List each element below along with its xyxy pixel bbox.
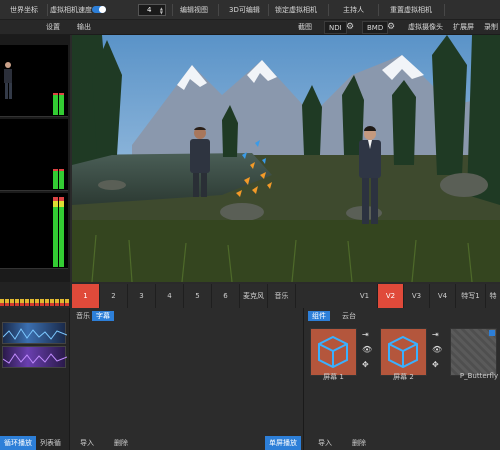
screen-card-1[interactable] [310,328,357,376]
host-preview[interactable] [0,45,68,117]
output-button[interactable]: 输出 [73,21,95,34]
waveform-icon [2,328,68,340]
eye-icon[interactable]: 👁 [432,345,442,354]
scene-tab-5[interactable]: 5 [184,284,212,308]
secondary-toolbar: 设置 输出 截图 NDI ⚙ BMD ⚙ 虚拟摄像头 扩展屏 录制 [0,20,500,35]
move-icon[interactable]: ✥ [432,360,439,369]
music-tab[interactable]: 音乐 [268,284,296,308]
tab-component[interactable]: 组件 [308,311,330,321]
audio-meter [59,197,64,267]
world-coords-button[interactable]: 世界坐标 [10,3,38,17]
screen-card-1-label: 屏幕 1 [323,373,344,381]
reset-camera-button[interactable]: 重置虚拟相机 [390,3,432,17]
monitor-preview[interactable] [0,193,68,269]
divider [172,4,173,16]
screen-card-2-label: 屏幕 2 [393,373,414,381]
scene-tab-strip: 1 2 3 4 5 6 麦克风 音乐 V1 V2 V3 V4 特写1 特 [72,284,500,308]
extended-screen-button[interactable]: 扩展屏 [449,21,478,34]
divider [47,4,48,16]
camera-speed-value: 4 [147,6,152,14]
level-meter-bar [0,303,70,306]
loop-play-button[interactable]: 循环播放 [0,436,36,450]
virtual-scene-image [72,35,500,282]
edit-view-button[interactable]: 编辑视图 [180,3,208,17]
tab-ptz[interactable]: 云台 [338,311,360,321]
clip-thumbnail[interactable] [2,322,68,344]
screen-card-2[interactable] [380,328,427,376]
audio-meter [53,93,58,115]
scene-tab-1[interactable]: 1 [72,284,100,308]
audio-meter [53,197,58,267]
divider [378,4,379,16]
import-button[interactable]: 导入 [314,436,336,450]
view-tab-v1[interactable]: V1 [352,284,378,308]
tab-subtitle[interactable]: 字幕 [92,311,114,321]
view-tab-v4[interactable]: V4 [430,284,456,308]
camera-speed-stepper[interactable]: 4 ▲ ▼ [138,4,166,16]
virtual-camera-button[interactable]: 虚拟摄像头 [404,21,447,34]
bmd-button[interactable]: BMD [362,21,389,34]
divider [444,4,445,16]
settings-button[interactable]: 设置 [42,21,64,34]
recording-button[interactable]: 录制 [480,21,500,34]
audio-meter [59,169,64,189]
host-button[interactable]: 主持人 [343,3,364,17]
closeup-tab[interactable]: 特写1 [456,284,486,308]
edit-3d-button[interactable]: 3D可编辑 [229,3,260,17]
scene-tab-2[interactable]: 2 [100,284,128,308]
camera-speed-label: 虚拟相机速度 [50,6,92,14]
waveform-icon [2,353,68,364]
bmd-gear-icon[interactable]: ⚙ [387,22,395,32]
butterfly-card[interactable] [450,328,497,376]
extra-tab[interactable]: 特 [486,284,500,308]
ndi-button[interactable]: NDI [324,21,347,34]
left-spacer [0,282,70,299]
left-monitor-panel [0,35,70,285]
clip-list-panel: 循环播放 列表循环 [0,308,70,450]
list-loop-button[interactable]: 列表循环 [36,436,69,450]
scene-tab-3[interactable]: 3 [128,284,156,308]
divider [218,4,219,16]
tab-music[interactable]: 音乐 [72,311,94,321]
media-panel: 音乐 字幕 导入 删除 单屏播放 [70,308,304,450]
divider [328,4,329,16]
delete-button[interactable]: 删除 [110,436,132,450]
butterfly-card-label: P_Butterfly [459,372,499,380]
monitor-preview[interactable] [0,119,68,191]
link-icon[interactable]: ⇥ [432,330,439,339]
view-tab-v3[interactable]: V3 [404,284,430,308]
delete-button[interactable]: 删除 [348,436,370,450]
component-panel: 组件 云台 ⇥ 👁 ✥ 屏幕 1 ⇥ 👁 ✥ 屏幕 2 P_Butterfly … [304,308,500,450]
link-icon[interactable]: ⇥ [362,330,369,339]
screenshot-button[interactable]: 截图 [294,21,316,34]
single-screen-play-button[interactable]: 单屏播放 [265,436,301,450]
camera-speed-toggle[interactable] [92,6,106,13]
lock-camera-button[interactable]: 锁定虚拟相机 [275,3,317,17]
microphone-tab[interactable]: 麦克风 [240,284,268,308]
cube-icon [318,335,348,369]
scene-viewport[interactable] [72,35,500,282]
top-toolbar: 世界坐标 虚拟相机速度 4 ▲ ▼ 编辑视图 3D可编辑 锁定虚拟相机 主持人 … [0,0,500,20]
cube-icon [388,335,418,369]
corner-indicator [489,330,495,336]
divider [268,4,269,16]
audio-meter [53,169,58,189]
clip-thumbnail[interactable] [2,346,68,368]
audio-meter [59,93,64,115]
scene-tab-6[interactable]: 6 [212,284,240,308]
eye-icon[interactable]: 👁 [362,345,372,354]
import-button[interactable]: 导入 [76,436,98,450]
scene-tab-4[interactable]: 4 [156,284,184,308]
move-icon[interactable]: ✥ [362,360,369,369]
stepper-down-icon[interactable]: ▼ [160,10,163,15]
ndi-gear-icon[interactable]: ⚙ [346,22,354,32]
view-tab-v2[interactable]: V2 [378,284,404,308]
